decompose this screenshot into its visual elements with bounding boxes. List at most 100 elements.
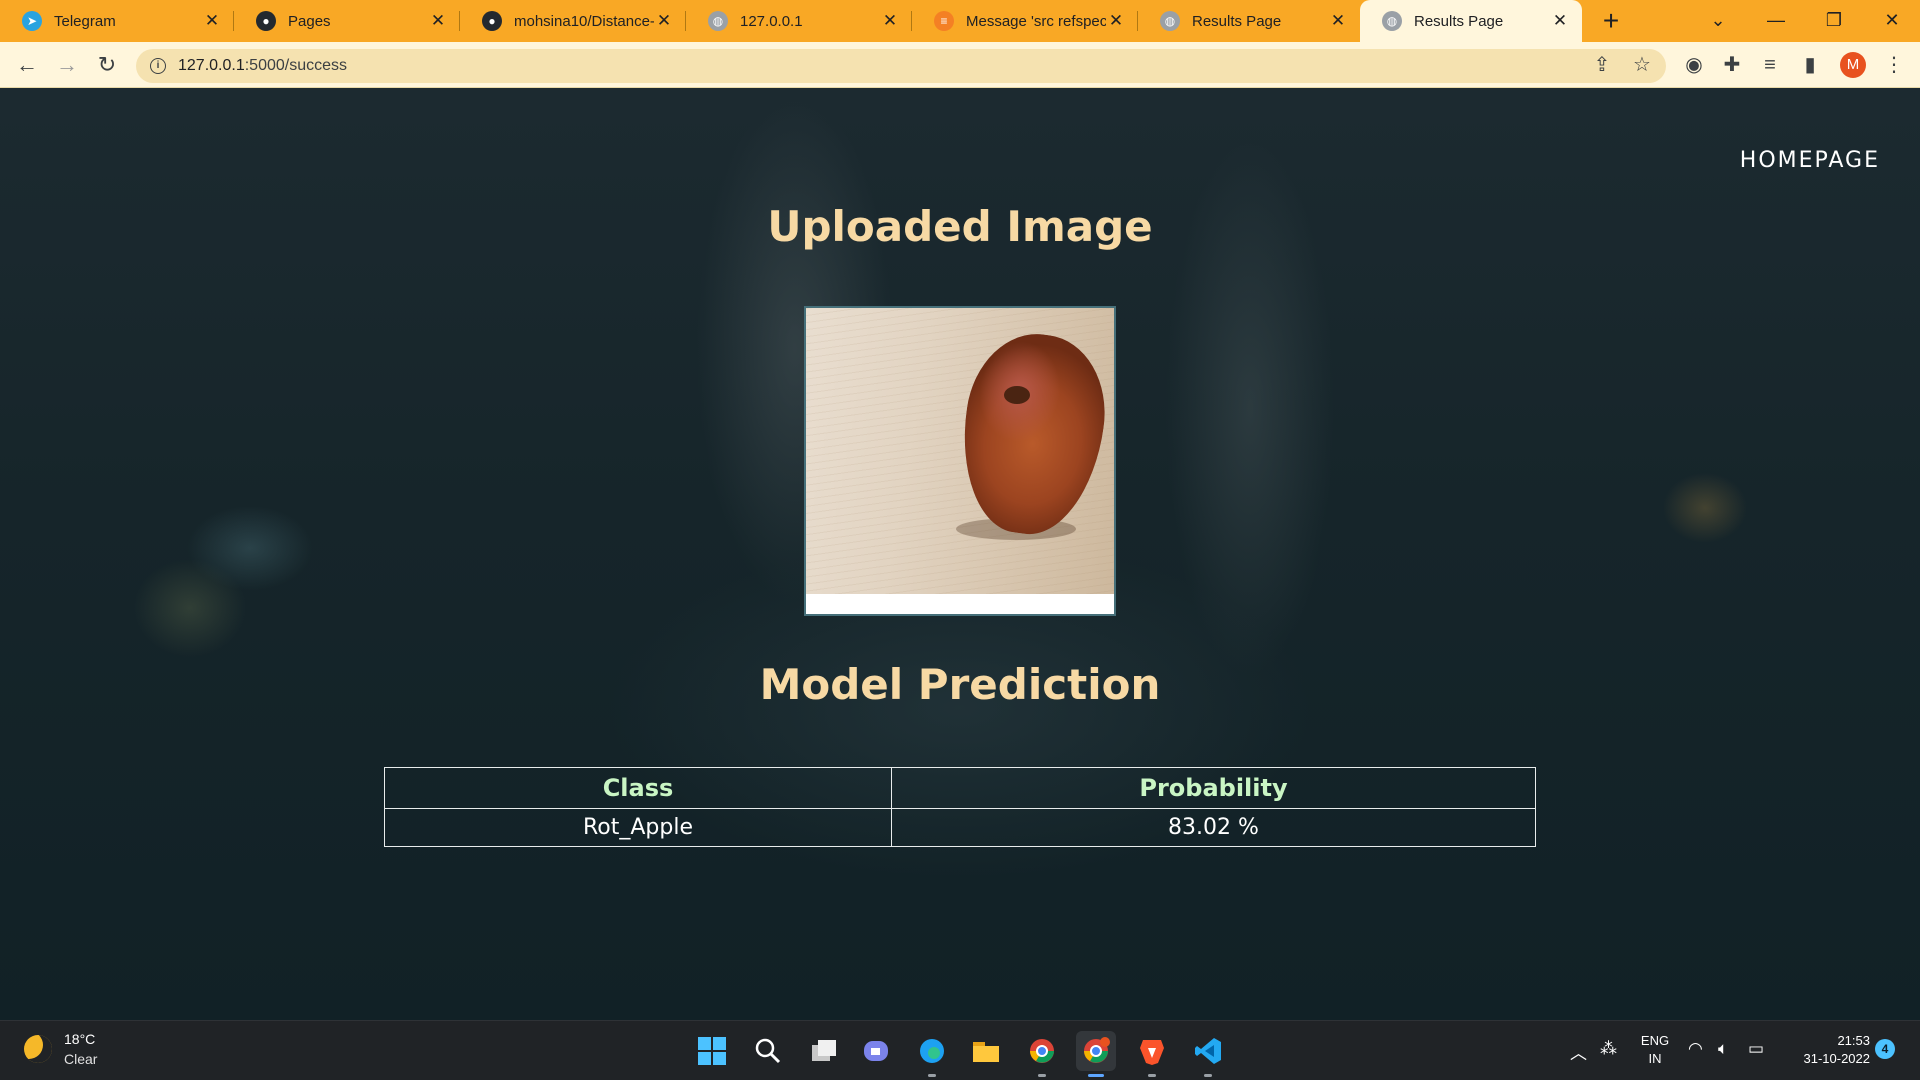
search-button[interactable] bbox=[748, 1031, 788, 1071]
close-icon[interactable]: ✕ bbox=[428, 11, 448, 31]
globe-icon: ◍ bbox=[708, 11, 728, 31]
stackoverflow-icon: ≡ bbox=[934, 11, 954, 31]
windows-taskbar: 18°C Clear ︿ ⁂ ENG IN ◠ 🔈︎ ▭ 21:53 31-10… bbox=[0, 1020, 1920, 1080]
tab-title: Telegram bbox=[54, 12, 116, 30]
system-clock[interactable]: 21:53 31-10-2022 bbox=[1790, 1032, 1871, 1068]
table-row: Rot_Apple 83.02 % bbox=[384, 808, 1536, 847]
folder-icon bbox=[973, 1042, 999, 1062]
task-view-button[interactable] bbox=[804, 1031, 844, 1071]
rotten-apple-photo bbox=[806, 308, 1114, 594]
network-app-tray-icon[interactable]: ⁂ bbox=[1600, 1039, 1617, 1059]
cell-class: Rot_Apple bbox=[384, 808, 892, 847]
show-hidden-icons-chevron-icon[interactable]: ︿ bbox=[1570, 1039, 1587, 1064]
input-language-indicator[interactable]: ENG IN bbox=[1640, 1032, 1670, 1068]
notification-badge[interactable]: 4 bbox=[1875, 1039, 1895, 1059]
restore-button[interactable]: ❐ bbox=[1806, 0, 1862, 42]
clock-date: 31-10-2022 bbox=[1803, 1051, 1871, 1066]
start-button[interactable] bbox=[692, 1031, 732, 1071]
new-tab-button[interactable]: + bbox=[1596, 6, 1626, 36]
tab-telegram[interactable]: ➤ Telegram ✕ bbox=[0, 0, 234, 42]
tab-stackoverflow[interactable]: ≡ Message 'src refspec ✕ bbox=[912, 0, 1138, 42]
language-code: ENG bbox=[1640, 1033, 1670, 1048]
share-icon[interactable]: ⇪ bbox=[1588, 51, 1616, 79]
clock-time: 21:53 bbox=[1837, 1033, 1870, 1048]
tab-title: mohsina10/Distance- bbox=[514, 12, 654, 30]
tab-title: Pages bbox=[288, 12, 331, 30]
github-icon: ● bbox=[482, 11, 502, 31]
close-icon[interactable]: ✕ bbox=[880, 11, 900, 31]
minimize-button[interactable]: — bbox=[1748, 0, 1804, 42]
tab-pages[interactable]: ● Pages ✕ bbox=[234, 0, 460, 42]
media-control-icon[interactable]: ≡ bbox=[1756, 51, 1784, 79]
tab-localhost[interactable]: ◍ 127.0.0.1 ✕ bbox=[686, 0, 912, 42]
chrome-profile-icon bbox=[1084, 1037, 1110, 1063]
close-icon[interactable]: ✕ bbox=[654, 11, 674, 31]
weather-condition[interactable]: Clear bbox=[64, 1051, 97, 1067]
teams-chat-icon bbox=[864, 1041, 888, 1061]
cell-probability: 83.02 % bbox=[891, 808, 1536, 847]
uploaded-image bbox=[804, 306, 1116, 616]
search-icon bbox=[755, 1038, 781, 1064]
menu-kebab-icon[interactable]: ⋮ bbox=[1880, 51, 1908, 79]
vscode-icon bbox=[1195, 1038, 1221, 1064]
url-path: :5000/success bbox=[244, 57, 348, 74]
homepage-link[interactable]: HOMEPAGE bbox=[1740, 148, 1880, 173]
browser-toolbar: ← → ↻ i 127.0.0.1:5000/success ⇪ ☆ ◉ ✚ ≡… bbox=[0, 42, 1920, 88]
back-button[interactable]: ← bbox=[12, 50, 42, 80]
tab-results-page[interactable]: ◍ Results Page ✕ bbox=[1138, 0, 1360, 42]
color-extension-icon[interactable]: ◉ bbox=[1680, 51, 1708, 79]
tab-github-repo[interactable]: ● mohsina10/Distance- ✕ bbox=[460, 0, 686, 42]
close-icon[interactable]: ✕ bbox=[1328, 11, 1348, 31]
battery-icon[interactable]: ▭ bbox=[1748, 1039, 1764, 1059]
close-icon[interactable]: ✕ bbox=[1106, 11, 1126, 31]
apple-stem-cavity bbox=[1004, 386, 1030, 404]
prediction-table: Class Probability Rot_Apple 83.02 % bbox=[384, 767, 1536, 847]
profile-avatar[interactable]: M bbox=[1840, 52, 1866, 78]
globe-icon: ◍ bbox=[1160, 11, 1180, 31]
edge-icon bbox=[920, 1039, 944, 1063]
tab-search-icon[interactable]: ⌄ bbox=[1690, 0, 1746, 42]
region-code: IN bbox=[1648, 1051, 1662, 1066]
close-icon[interactable]: ✕ bbox=[1550, 11, 1570, 31]
chrome-profile-button[interactable] bbox=[1076, 1031, 1116, 1077]
site-info-icon[interactable]: i bbox=[150, 58, 166, 74]
forward-button[interactable]: → bbox=[52, 50, 82, 80]
tab-title: 127.0.0.1 bbox=[740, 12, 803, 30]
windows-logo-icon bbox=[698, 1037, 726, 1065]
reload-button[interactable]: ↻ bbox=[92, 50, 122, 80]
wifi-icon[interactable]: ◠ bbox=[1688, 1039, 1703, 1059]
weather-temperature[interactable]: 18°C bbox=[64, 1031, 95, 1047]
tab-title: Message 'src refspec bbox=[966, 12, 1106, 30]
edge-browser-button[interactable] bbox=[912, 1031, 952, 1077]
vscode-button[interactable] bbox=[1188, 1031, 1228, 1077]
header-class: Class bbox=[384, 767, 892, 809]
volume-icon[interactable]: 🔈︎ bbox=[1718, 1039, 1728, 1059]
extensions-puzzle-icon[interactable]: ✚ bbox=[1718, 51, 1746, 79]
url-text: 127.0.0.1:5000/success bbox=[178, 57, 347, 75]
uploaded-image-heading: Uploaded Image bbox=[767, 202, 1153, 251]
close-window-button[interactable]: ✕ bbox=[1864, 0, 1920, 42]
moon-weather-icon[interactable] bbox=[24, 1035, 52, 1063]
chrome-icon bbox=[1030, 1039, 1054, 1063]
teams-chat-button[interactable] bbox=[856, 1031, 896, 1071]
tab-title: Results Page bbox=[1192, 12, 1282, 30]
page-viewport: HOMEPAGE Uploaded Image Model Prediction… bbox=[0, 88, 1920, 1020]
file-explorer-button[interactable] bbox=[966, 1031, 1006, 1071]
tab-strip: ➤ Telegram ✕ ● Pages ✕ ● mohsina10/Dista… bbox=[0, 0, 1920, 42]
table-header-row: Class Probability bbox=[384, 767, 1536, 809]
task-view-icon bbox=[812, 1040, 836, 1061]
bookmark-star-icon[interactable]: ☆ bbox=[1628, 51, 1656, 79]
telegram-icon: ➤ bbox=[22, 11, 42, 31]
header-probability: Probability bbox=[891, 767, 1536, 809]
globe-icon: ◍ bbox=[1382, 11, 1402, 31]
tab-title: Results Page bbox=[1414, 12, 1504, 30]
tab-results-page-active[interactable]: ◍ Results Page ✕ bbox=[1360, 0, 1582, 42]
chrome-button[interactable] bbox=[1022, 1031, 1062, 1077]
url-host: 127.0.0.1 bbox=[178, 57, 245, 74]
brave-browser-button[interactable] bbox=[1132, 1031, 1172, 1077]
address-bar[interactable]: i 127.0.0.1:5000/success bbox=[136, 49, 1666, 83]
github-icon: ● bbox=[256, 11, 276, 31]
model-prediction-heading: Model Prediction bbox=[759, 660, 1161, 709]
side-panel-icon[interactable]: ▮ bbox=[1796, 51, 1824, 79]
close-icon[interactable]: ✕ bbox=[202, 11, 222, 31]
